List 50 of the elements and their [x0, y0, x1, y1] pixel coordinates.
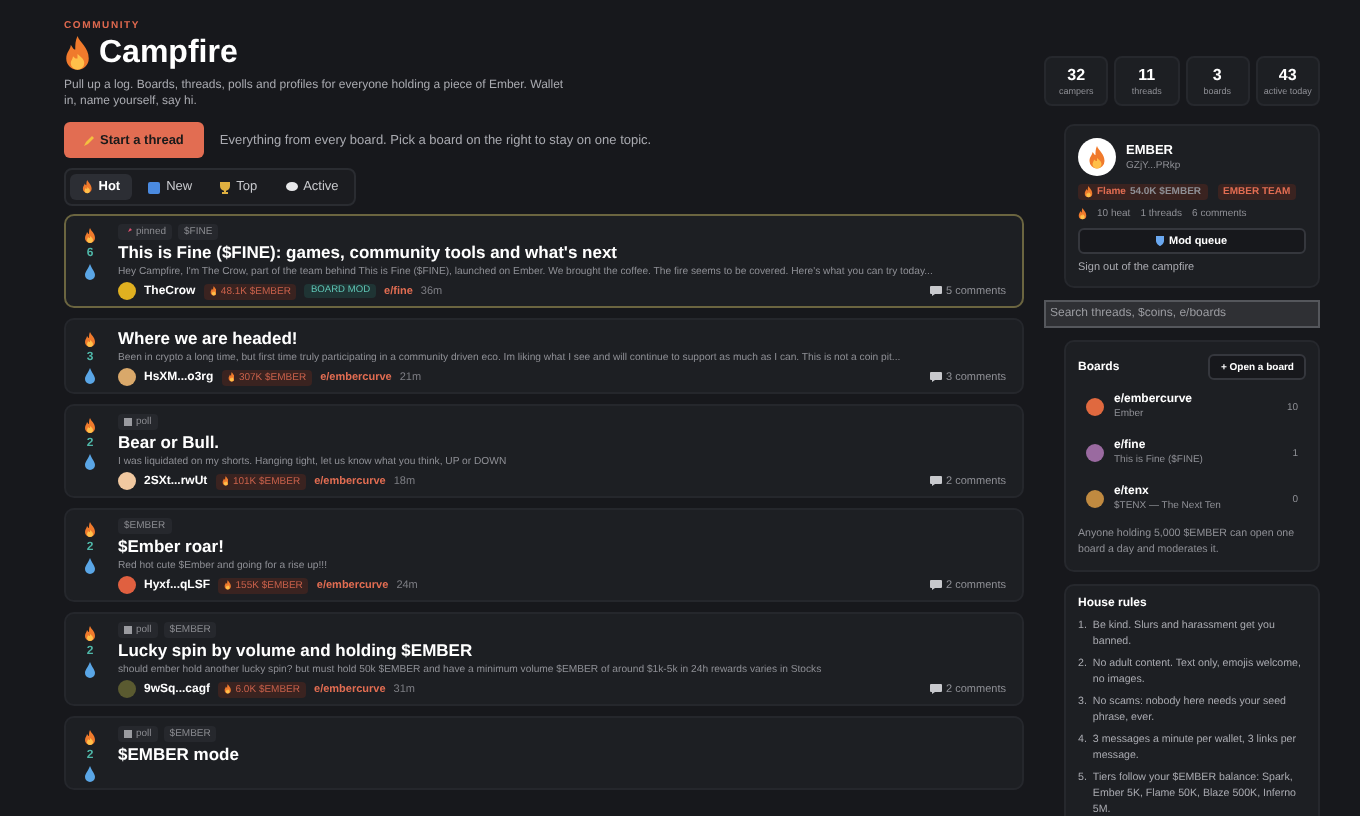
upvote-flame-icon — [84, 522, 96, 538]
water-drop-icon[interactable] — [84, 454, 96, 470]
flame-icon — [221, 476, 229, 486]
pencil-icon — [84, 135, 94, 145]
speech-bubble-icon — [285, 182, 298, 192]
thread-title[interactable]: This is Fine ($FINE): games, community tools and what's next — [118, 242, 1006, 264]
page-title: Campfire — [99, 38, 238, 70]
thread-title[interactable]: $EMBER mode — [118, 744, 1006, 766]
flame-icon — [1078, 208, 1087, 220]
water-drop-icon[interactable] — [84, 264, 96, 280]
water-drop-icon[interactable] — [84, 558, 96, 574]
stat-value: 11 — [1138, 66, 1156, 84]
speech-bubble-icon — [930, 286, 943, 296]
upvote-flame-icon — [84, 418, 96, 434]
thread-title[interactable]: Bear or Bull. — [118, 432, 1006, 454]
trophy-icon — [220, 181, 231, 193]
chart-icon — [124, 418, 132, 426]
thread-card[interactable] — [64, 214, 1024, 308]
thread-card[interactable] — [64, 612, 1024, 706]
thread-title[interactable]: Where we are headed! — [118, 328, 1006, 350]
upvote-flame-icon — [84, 332, 96, 348]
campfire-flame-icon — [64, 36, 91, 72]
upvote-flame-icon — [84, 730, 96, 746]
stat-value: 3 — [1212, 66, 1222, 84]
flame-icon — [227, 372, 235, 382]
calendar-icon — [148, 181, 161, 193]
chart-icon — [124, 730, 132, 738]
speech-bubble-icon — [930, 580, 943, 590]
stat-value: 32 — [1067, 66, 1086, 84]
flame-icon — [1084, 186, 1093, 198]
flame-icon — [1088, 145, 1106, 169]
chart-icon — [124, 626, 132, 634]
speech-bubble-icon — [930, 684, 943, 694]
upvote-flame-icon — [84, 228, 96, 244]
flame-icon — [209, 286, 217, 296]
speech-bubble-icon — [930, 372, 943, 382]
stat-value: 43 — [1278, 66, 1297, 84]
flame-icon — [224, 684, 232, 694]
shield-icon — [1156, 236, 1165, 246]
upvote-flame-icon — [84, 626, 96, 642]
water-drop-icon[interactable] — [84, 766, 96, 782]
flame-icon — [82, 180, 93, 194]
thread-card[interactable] — [64, 318, 1024, 394]
flame-icon — [224, 580, 232, 590]
thread-title[interactable]: Lucky spin by volume and holding $EMBER — [118, 640, 1006, 662]
speech-bubble-icon — [930, 476, 943, 486]
pin-icon — [124, 228, 132, 236]
thread-title[interactable]: $Ember roar! — [118, 536, 1006, 558]
water-drop-icon[interactable] — [84, 368, 96, 384]
water-drop-icon[interactable] — [84, 662, 96, 678]
